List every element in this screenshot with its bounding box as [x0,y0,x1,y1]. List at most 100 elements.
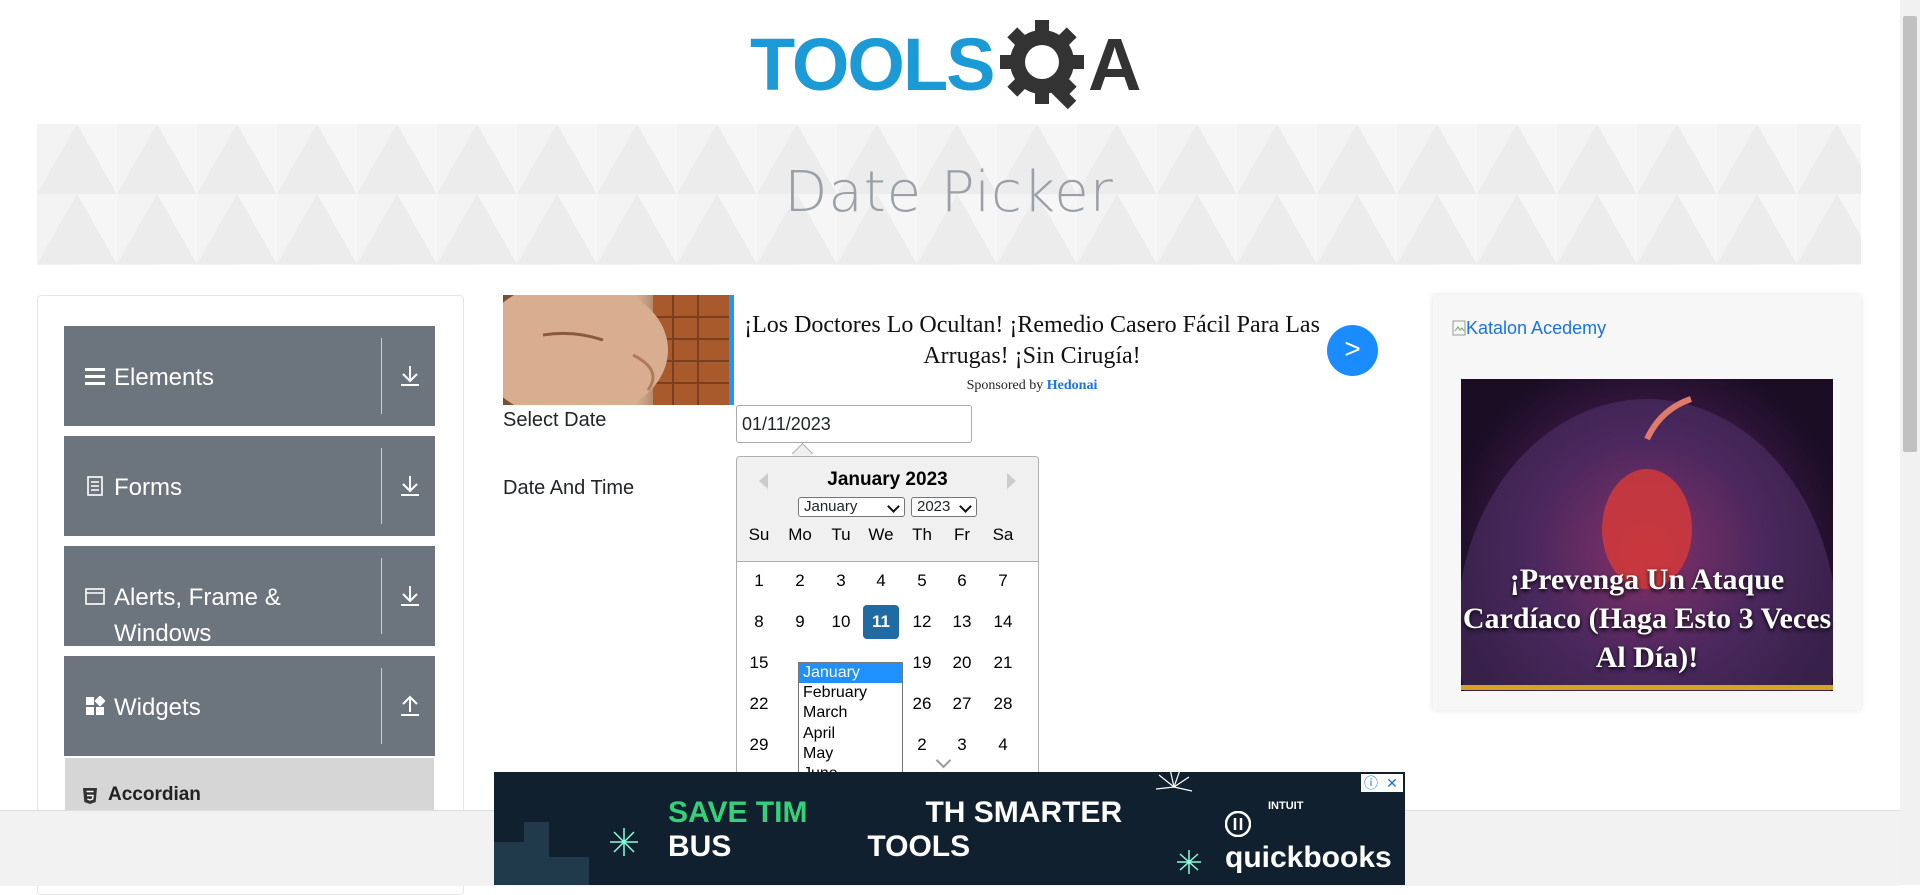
next-month-icon[interactable] [1007,473,1016,489]
chevron-down-icon [959,500,972,513]
calendar-day[interactable]: 6 [944,564,980,598]
month-option[interactable]: February [799,683,902,703]
divider [381,338,382,414]
logo-text-right: A [1088,23,1141,106]
scrollbar-thumb[interactable] [1903,16,1917,452]
html5-icon [83,788,97,804]
katalon-link[interactable]: Katalon Acedemy [1452,318,1606,339]
sidebar-group-elements[interactable]: Elements [64,326,435,426]
month-option[interactable]: April [799,724,902,744]
calendar-day[interactable]: 1 [741,564,777,598]
ad-sponsor-name[interactable]: Hedonai [1047,378,1098,393]
ad-headline[interactable]: ¡Los Doctores Lo Ocultan! ¡Remedio Caser… [742,310,1322,372]
logo-text-left: TOOLS [750,23,994,106]
calendar-day[interactable]: 19 [904,646,940,680]
quickbooks-brand: quickbooks [1225,841,1392,874]
year-select[interactable]: 2023 [911,497,977,517]
ad-photo [503,295,730,405]
calendar-day[interactable]: 4 [985,728,1021,762]
ad-text-green: SAVE TIM [668,796,808,829]
broken-image-icon [1452,320,1466,336]
calendar-day[interactable]: 4 [863,564,899,598]
ad-close-icon[interactable]: ✕ [1382,774,1402,792]
gear-icon [1000,20,1084,110]
calendar-day[interactable]: 12 [904,605,940,639]
ad-controls: ⓘ ✕ [1361,774,1403,792]
calendar-day[interactable]: 13 [944,605,980,639]
page-title: Date Picker [784,160,1114,225]
chevron-down-icon [887,500,900,513]
ad-info-icon[interactable]: ⓘ [1361,774,1381,792]
ad-image[interactable] [503,295,730,405]
weekday-label: Th [912,525,932,544]
sidebar-group-label: Alerts, Frame & Windows [114,584,281,647]
select-date-input[interactable]: 01/11/2023 [736,405,972,443]
download-icon[interactable] [399,474,421,498]
calendar-day[interactable]: 15 [741,646,777,680]
calendar-day[interactable]: 29 [741,728,777,762]
window-icon [85,588,105,605]
year-select-value: 2023 [917,498,951,515]
calendar-day[interactable]: 11 [863,605,899,639]
page-banner: Date Picker [37,124,1861,265]
calendar-day[interactable]: 20 [944,646,980,680]
sponsored-by-label: Sponsored by [966,378,1044,393]
divider [381,448,382,524]
calendar-day[interactable]: 22 [741,687,777,721]
sidebar-group-alerts[interactable]: Alerts, Frame & Windows [64,546,435,647]
month-option[interactable]: March [799,703,902,723]
calendar-day[interactable]: 28 [985,687,1021,721]
sidebar-group-widgets[interactable]: Widgets [64,656,435,756]
calendar-header: January 2023 January 2023 Su Mo Tu We Th… [737,457,1038,562]
date-time-label: Date And Time [503,477,635,499]
calendar-day[interactable]: 8 [741,605,777,639]
download-icon[interactable] [399,584,421,608]
sidebar-group-label: Widgets [114,694,201,721]
calendar-day[interactable]: 2 [782,564,818,598]
calendar-day[interactable]: 7 [985,564,1021,598]
quickbooks-ad[interactable]: SAVE TIM TH SMARTER BUS TOOLS INTUIT quick… [494,772,1405,885]
hamburger-icon [85,368,105,385]
sidebar-group-label: Forms [114,474,182,501]
weekday-label: Su [748,525,770,544]
heart-ad-underline [1461,685,1833,690]
download-icon[interactable] [399,364,421,388]
month-select[interactable]: January [798,497,905,517]
calendar-day[interactable]: 9 [782,605,818,639]
quickbooks-logo: quickbooks [1224,807,1405,875]
calendar-day[interactable]: 10 [823,605,859,639]
month-option[interactable]: May [799,744,902,764]
sidebar-group-forms[interactable]: Forms [64,436,435,536]
document-icon [87,476,103,496]
calendar-day[interactable]: 3 [823,564,859,598]
calendar-day[interactable]: 5 [904,564,940,598]
widgets-icon [86,696,105,715]
sidebar-group-label: Elements [114,364,215,391]
calendar-day[interactable]: 21 [985,646,1021,680]
month-option[interactable]: January [799,663,902,684]
month-select-value: January [804,498,858,515]
ad-next-button[interactable]: > [1327,325,1378,376]
katalon-link-text: Katalon Acedemy [1466,318,1607,338]
divider [381,668,382,744]
quickbooks-ad-text: SAVE TIM TH SMARTER BUS TOOLS [668,796,1122,864]
calendar-day[interactable]: 3 [944,728,980,762]
calendar-day[interactable]: 26 [904,687,940,721]
calendar-day[interactable]: 2 [904,728,940,762]
calendar-day[interactable]: 14 [985,605,1021,639]
heart-ad-headline[interactable]: ¡Prevenga Un Ataque Cardíaco (Haga Esto … [1461,560,1833,677]
weekday-label: Tu [831,525,851,544]
ad-text-line2: BUS [668,830,732,863]
weekday-label: Sa [992,525,1014,544]
calendar-day[interactable]: 27 [944,687,980,721]
weekday-label: We [868,525,894,544]
select-date-label: Select Date [503,409,607,431]
weekday-label: Fr [953,525,971,544]
ad-accent-bar [729,295,734,405]
ad-text-line1-rest: TH SMARTER [925,796,1123,829]
upload-icon[interactable] [399,694,421,718]
ad-text-line2-rest: TOOLS [867,830,971,863]
quickbooks-icon [1224,810,1252,838]
toolsqa-logo[interactable]: TOOLS A [750,18,1154,114]
weekday-label: Mo [788,525,812,544]
